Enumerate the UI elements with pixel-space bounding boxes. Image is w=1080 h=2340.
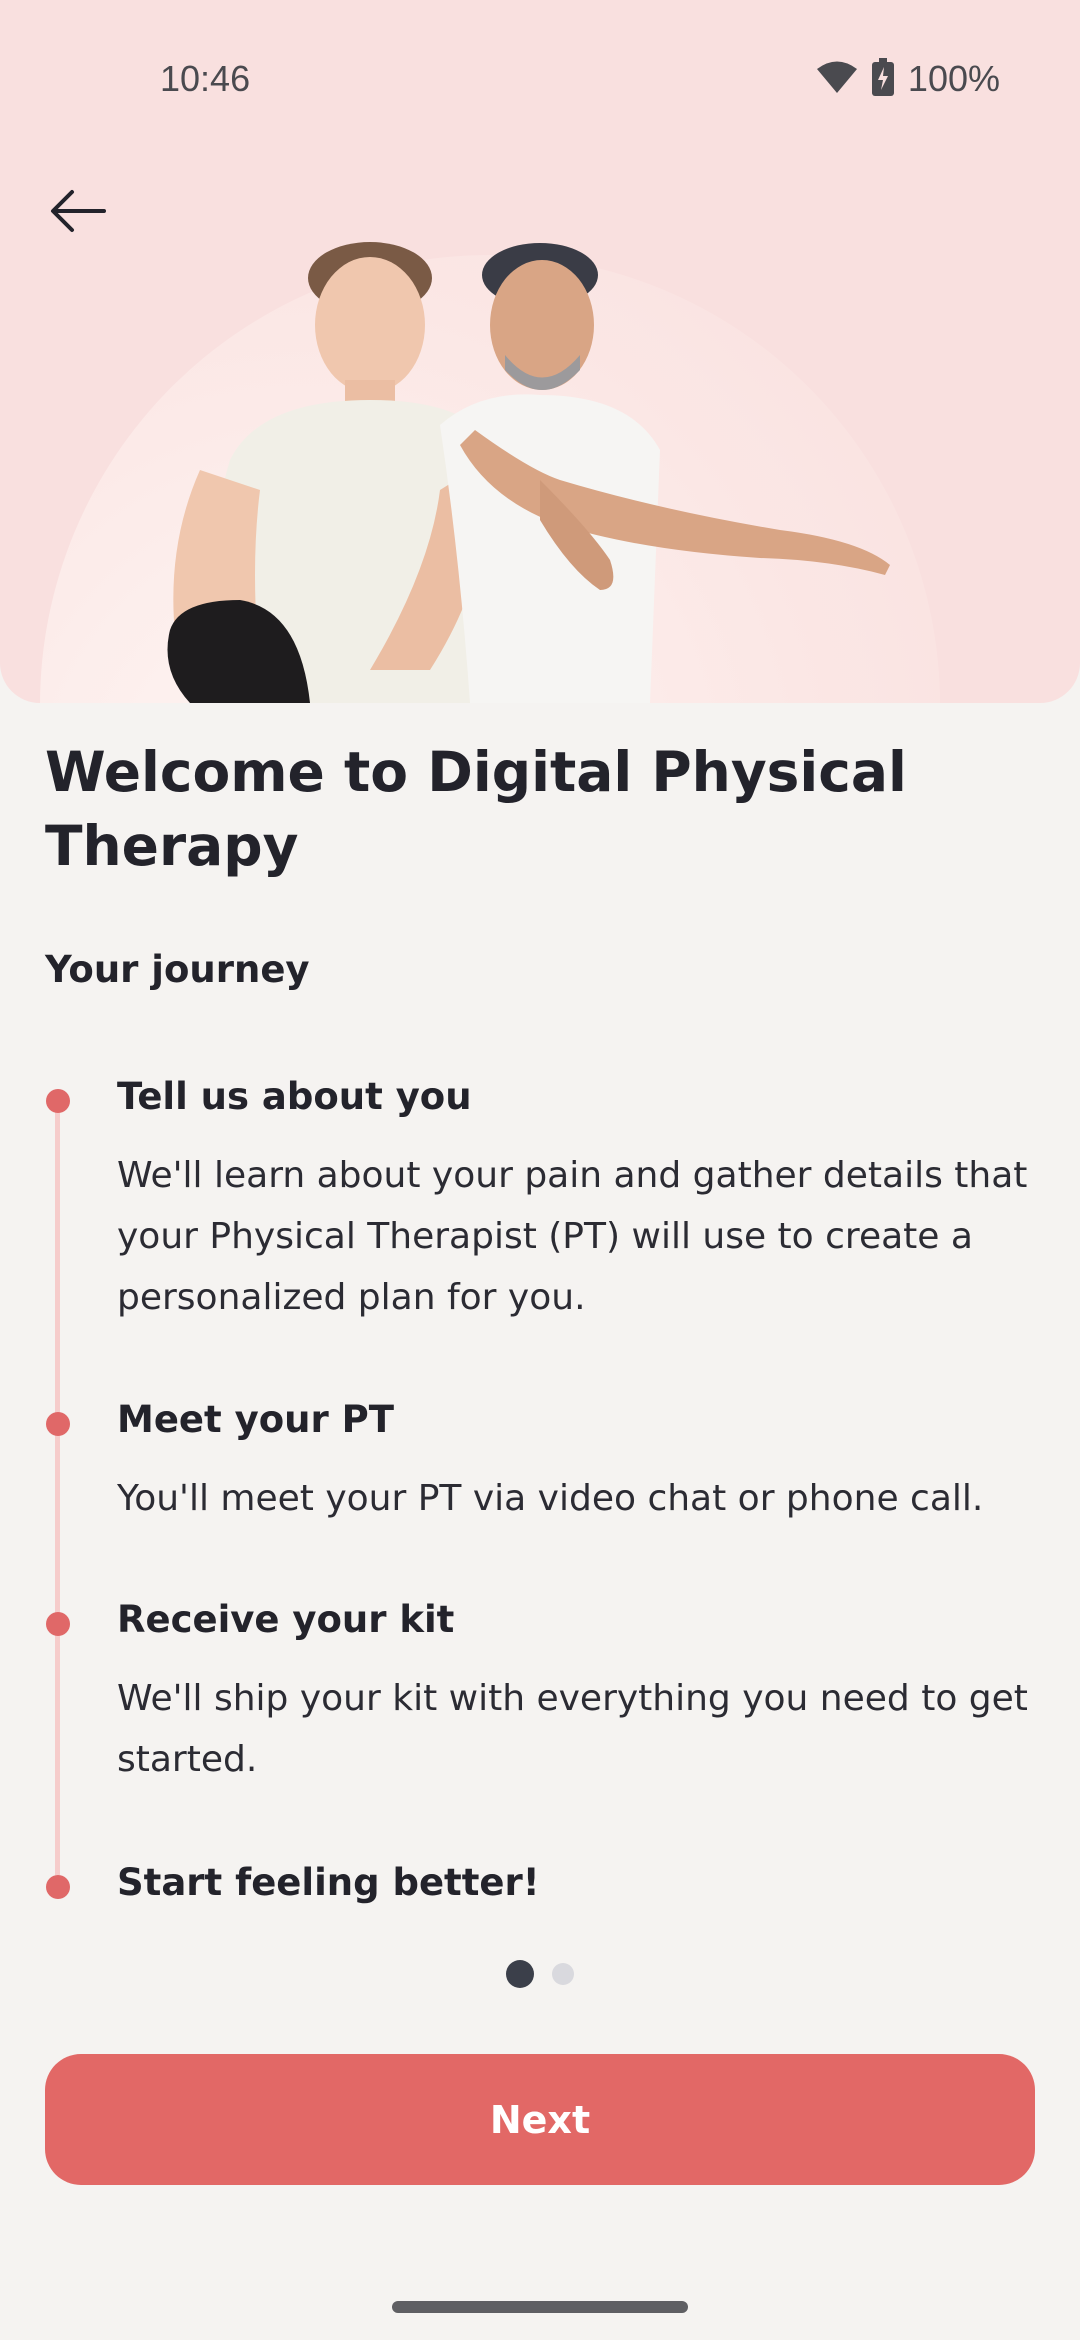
woman-figure bbox=[167, 242, 490, 703]
page-indicator bbox=[0, 1960, 1080, 1988]
step-description: We'll ship your kit with everything you … bbox=[117, 1678, 1028, 1780]
step-dot bbox=[46, 1612, 70, 1636]
step-title: Start feeling better! bbox=[117, 1861, 540, 1904]
status-icons: 100% bbox=[816, 58, 1000, 100]
back-button[interactable] bbox=[45, 185, 110, 240]
battery-percentage: 100% bbox=[907, 58, 1000, 99]
hero-illustration bbox=[140, 230, 900, 703]
step-dot bbox=[46, 1412, 70, 1436]
status-time: 10:46 bbox=[160, 58, 251, 99]
arrow-left-icon bbox=[50, 189, 106, 237]
next-button-label: Next bbox=[489, 2097, 591, 2142]
step-title: Meet your PT bbox=[117, 1398, 394, 1441]
section-subtitle: Your journey bbox=[45, 948, 310, 991]
status-bar: 10:46 100% bbox=[0, 0, 1080, 165]
man-figure bbox=[440, 243, 890, 703]
page-dot bbox=[552, 1963, 574, 1985]
timeline-line bbox=[55, 1090, 60, 1875]
step-dot bbox=[46, 1875, 70, 1899]
battery-charging-icon bbox=[871, 58, 894, 100]
step-title: Tell us about you bbox=[117, 1075, 472, 1118]
home-indicator[interactable] bbox=[392, 2301, 688, 2313]
hero-banner: 10:46 100% bbox=[0, 0, 1080, 703]
next-button[interactable]: Next bbox=[45, 2054, 1035, 2185]
step-title: Receive your kit bbox=[117, 1598, 455, 1641]
step-description: We'll learn about your pain and gather d… bbox=[117, 1155, 1028, 1318]
step-dot bbox=[46, 1089, 70, 1113]
wifi-icon bbox=[816, 60, 858, 98]
step-description: You'll meet your PT via video chat or ph… bbox=[117, 1478, 984, 1519]
page-dot-active bbox=[506, 1960, 534, 1988]
page-title: Welcome to Digital Physical Therapy bbox=[45, 740, 907, 878]
